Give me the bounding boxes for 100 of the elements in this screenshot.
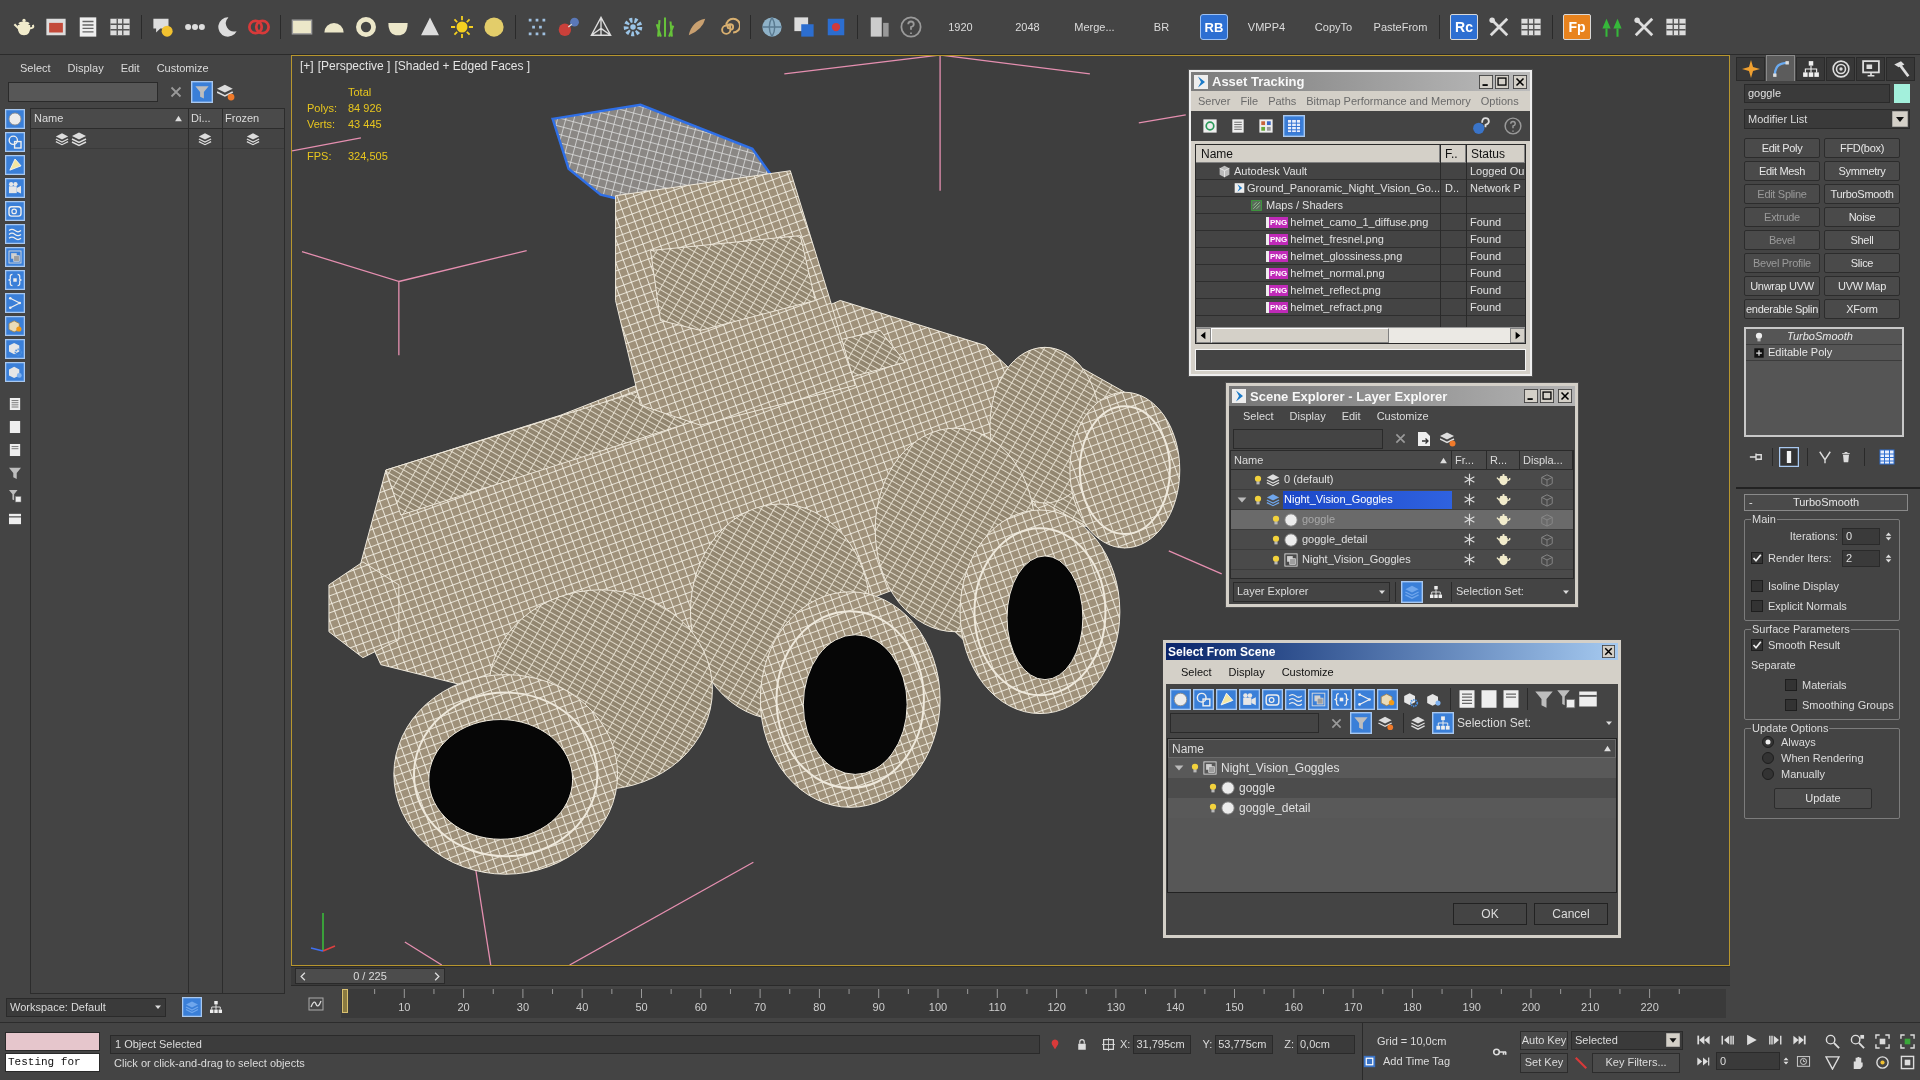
checkbox[interactable] (1751, 600, 1763, 612)
field-of-view-icon[interactable] (1825, 1054, 1840, 1070)
update-button[interactable]: Update (1774, 787, 1872, 809)
strip-icon[interactable] (1578, 689, 1598, 709)
grid-table-icon[interactable] (1283, 115, 1305, 137)
checkbox[interactable] (1751, 552, 1763, 564)
selection-set-dropdown[interactable]: Selection Set: (1456, 581, 1572, 602)
viewport-menu-label[interactable]: [+] (300, 60, 314, 72)
camera-icon[interactable] (1239, 688, 1260, 710)
expand-arrow-icon[interactable] (1174, 763, 1184, 773)
spinner-field[interactable]: 0 (1842, 527, 1880, 545)
orbit-icon[interactable] (1875, 1054, 1890, 1070)
zoom-all-icon[interactable] (1850, 1033, 1865, 1049)
time-slider-track[interactable]: 0 / 225 (291, 966, 1730, 986)
modifier-button[interactable]: XForm (1824, 299, 1900, 319)
gear-icon[interactable] (622, 16, 644, 38)
tree-item-label[interactable]: Night_Vision_Goggles (1221, 762, 1340, 774)
menu-item[interactable]: Server (1198, 95, 1231, 107)
tree-item-label[interactable]: Night_Vision_Goggles (1283, 490, 1452, 509)
column-header[interactable]: Frozen (222, 109, 284, 128)
crossed-tools-icon[interactable] (1633, 16, 1655, 38)
minimize-icon[interactable] (1523, 389, 1539, 403)
container-icon[interactable] (5, 316, 25, 336)
modifier-button[interactable]: Edit Mesh (1744, 161, 1820, 181)
snowflake-icon[interactable] (1463, 493, 1476, 506)
spotlight-icon[interactable] (1216, 688, 1237, 710)
curve-graph-icon[interactable] (307, 996, 325, 1012)
viewport-menu-label[interactable]: [Perspective ] (317, 60, 391, 72)
menu-item[interactable]: Select (1181, 666, 1212, 678)
container-icon[interactable] (1377, 688, 1398, 710)
modifier-button[interactable]: TurboSmooth (1824, 184, 1900, 204)
waves-icon[interactable] (5, 224, 25, 244)
snowflake-icon[interactable] (1463, 473, 1476, 486)
snowflake-icon[interactable] (1463, 553, 1476, 566)
stack-item[interactable]: TurboSmooth (1787, 331, 1853, 342)
skip-arrows-icon[interactable] (1696, 1054, 1710, 1068)
viewport-menu-label[interactable]: [Shaded + Edged Faces ] (394, 60, 531, 72)
page-arrow-icon[interactable] (1416, 430, 1432, 447)
menu-item[interactable]: Select (1243, 411, 1274, 422)
checkbox[interactable] (1785, 679, 1797, 691)
funnel-icon[interactable] (1534, 689, 1554, 709)
column-header[interactable]: F.. (1440, 145, 1466, 162)
toolbar-button[interactable]: CopyTo (1305, 15, 1362, 39)
table-icon[interactable] (109, 16, 131, 38)
bars-icon[interactable] (868, 16, 890, 38)
fork-icon[interactable] (1818, 450, 1832, 464)
modifier-button[interactable]: FFD(box) (1824, 138, 1900, 158)
crosshair-icon[interactable] (1102, 1037, 1115, 1051)
frame-field[interactable]: 0 (1716, 1052, 1780, 1070)
toolbar-button[interactable]: PasteFrom (1372, 15, 1429, 39)
key-set-dropdown[interactable]: Selected (1571, 1030, 1683, 1050)
time-slider-thumb[interactable]: 0 / 225 (295, 968, 445, 984)
box-icon[interactable] (291, 16, 313, 38)
key-filters-button[interactable]: Key Filters... (1592, 1052, 1680, 1073)
maximize-icon[interactable] (1494, 74, 1510, 89)
menu-item[interactable]: Customize (1281, 666, 1334, 678)
toolbar-button[interactable]: 2048 (999, 15, 1056, 39)
render-frame-icon[interactable] (45, 16, 67, 38)
braces-icon[interactable] (1331, 688, 1352, 710)
collapse-mark[interactable]: - (1749, 497, 1759, 508)
lightbulb-icon[interactable] (1190, 761, 1200, 775)
crescent-icon[interactable] (216, 16, 238, 38)
layer-stack-icon[interactable] (1401, 580, 1423, 603)
menu-item[interactable]: File (1240, 95, 1259, 107)
tree-item-label[interactable]: goggle_detail (1301, 530, 1452, 549)
script-input-field[interactable] (5, 1031, 100, 1051)
cone-icon[interactable] (419, 16, 441, 38)
teapot-icon[interactable] (1496, 472, 1511, 487)
toolbar-button[interactable]: 1920 (932, 15, 989, 39)
command-panel-tab[interactable] (1796, 57, 1825, 81)
teapot-icon[interactable] (1496, 492, 1511, 507)
column-header[interactable]: Name (1169, 740, 1615, 757)
modifier-button[interactable]: Slice (1824, 253, 1900, 273)
chevron-right-icon[interactable] (432, 970, 442, 982)
stack-item[interactable]: Editable Poly (1768, 347, 1833, 358)
command-panel-tab[interactable] (1826, 57, 1855, 81)
tree-row[interactable]: Night_Vision_Goggles (1231, 550, 1573, 570)
square-icon[interactable] (1479, 689, 1499, 709)
tree-item-label[interactable]: 0 (default) (1283, 470, 1452, 489)
modifier-button[interactable]: UVW Map (1824, 276, 1900, 296)
list-icon[interactable] (1457, 689, 1477, 709)
menu-item[interactable]: Display (1228, 666, 1265, 678)
close-icon[interactable] (1557, 389, 1573, 403)
globe-icon[interactable] (761, 16, 783, 38)
menu-item[interactable]: Customize (156, 62, 209, 74)
modifier-list-dropdown[interactable]: Modifier List (1744, 109, 1910, 129)
menu-item[interactable]: Edit (120, 62, 140, 74)
toolbar-button[interactable]: BR (1133, 15, 1190, 39)
waves-icon[interactable] (1285, 688, 1306, 710)
menu-item[interactable]: Paths (1268, 95, 1297, 107)
column-header[interactable]: Name (1231, 451, 1452, 469)
snowflake-icon[interactable] (1463, 533, 1476, 546)
previous-frame-icon[interactable] (1720, 1033, 1735, 1047)
coordinate-field[interactable]: 53,775cm (1215, 1034, 1274, 1054)
menu-item[interactable]: Display (1289, 411, 1326, 422)
modifier-button[interactable]: Edit Poly (1744, 138, 1820, 158)
bin-icon[interactable] (1840, 450, 1852, 464)
command-panel-tab[interactable] (1886, 57, 1915, 81)
modifier-button[interactable]: Symmetry (1824, 161, 1900, 181)
menu-item[interactable]: Select (20, 62, 51, 74)
